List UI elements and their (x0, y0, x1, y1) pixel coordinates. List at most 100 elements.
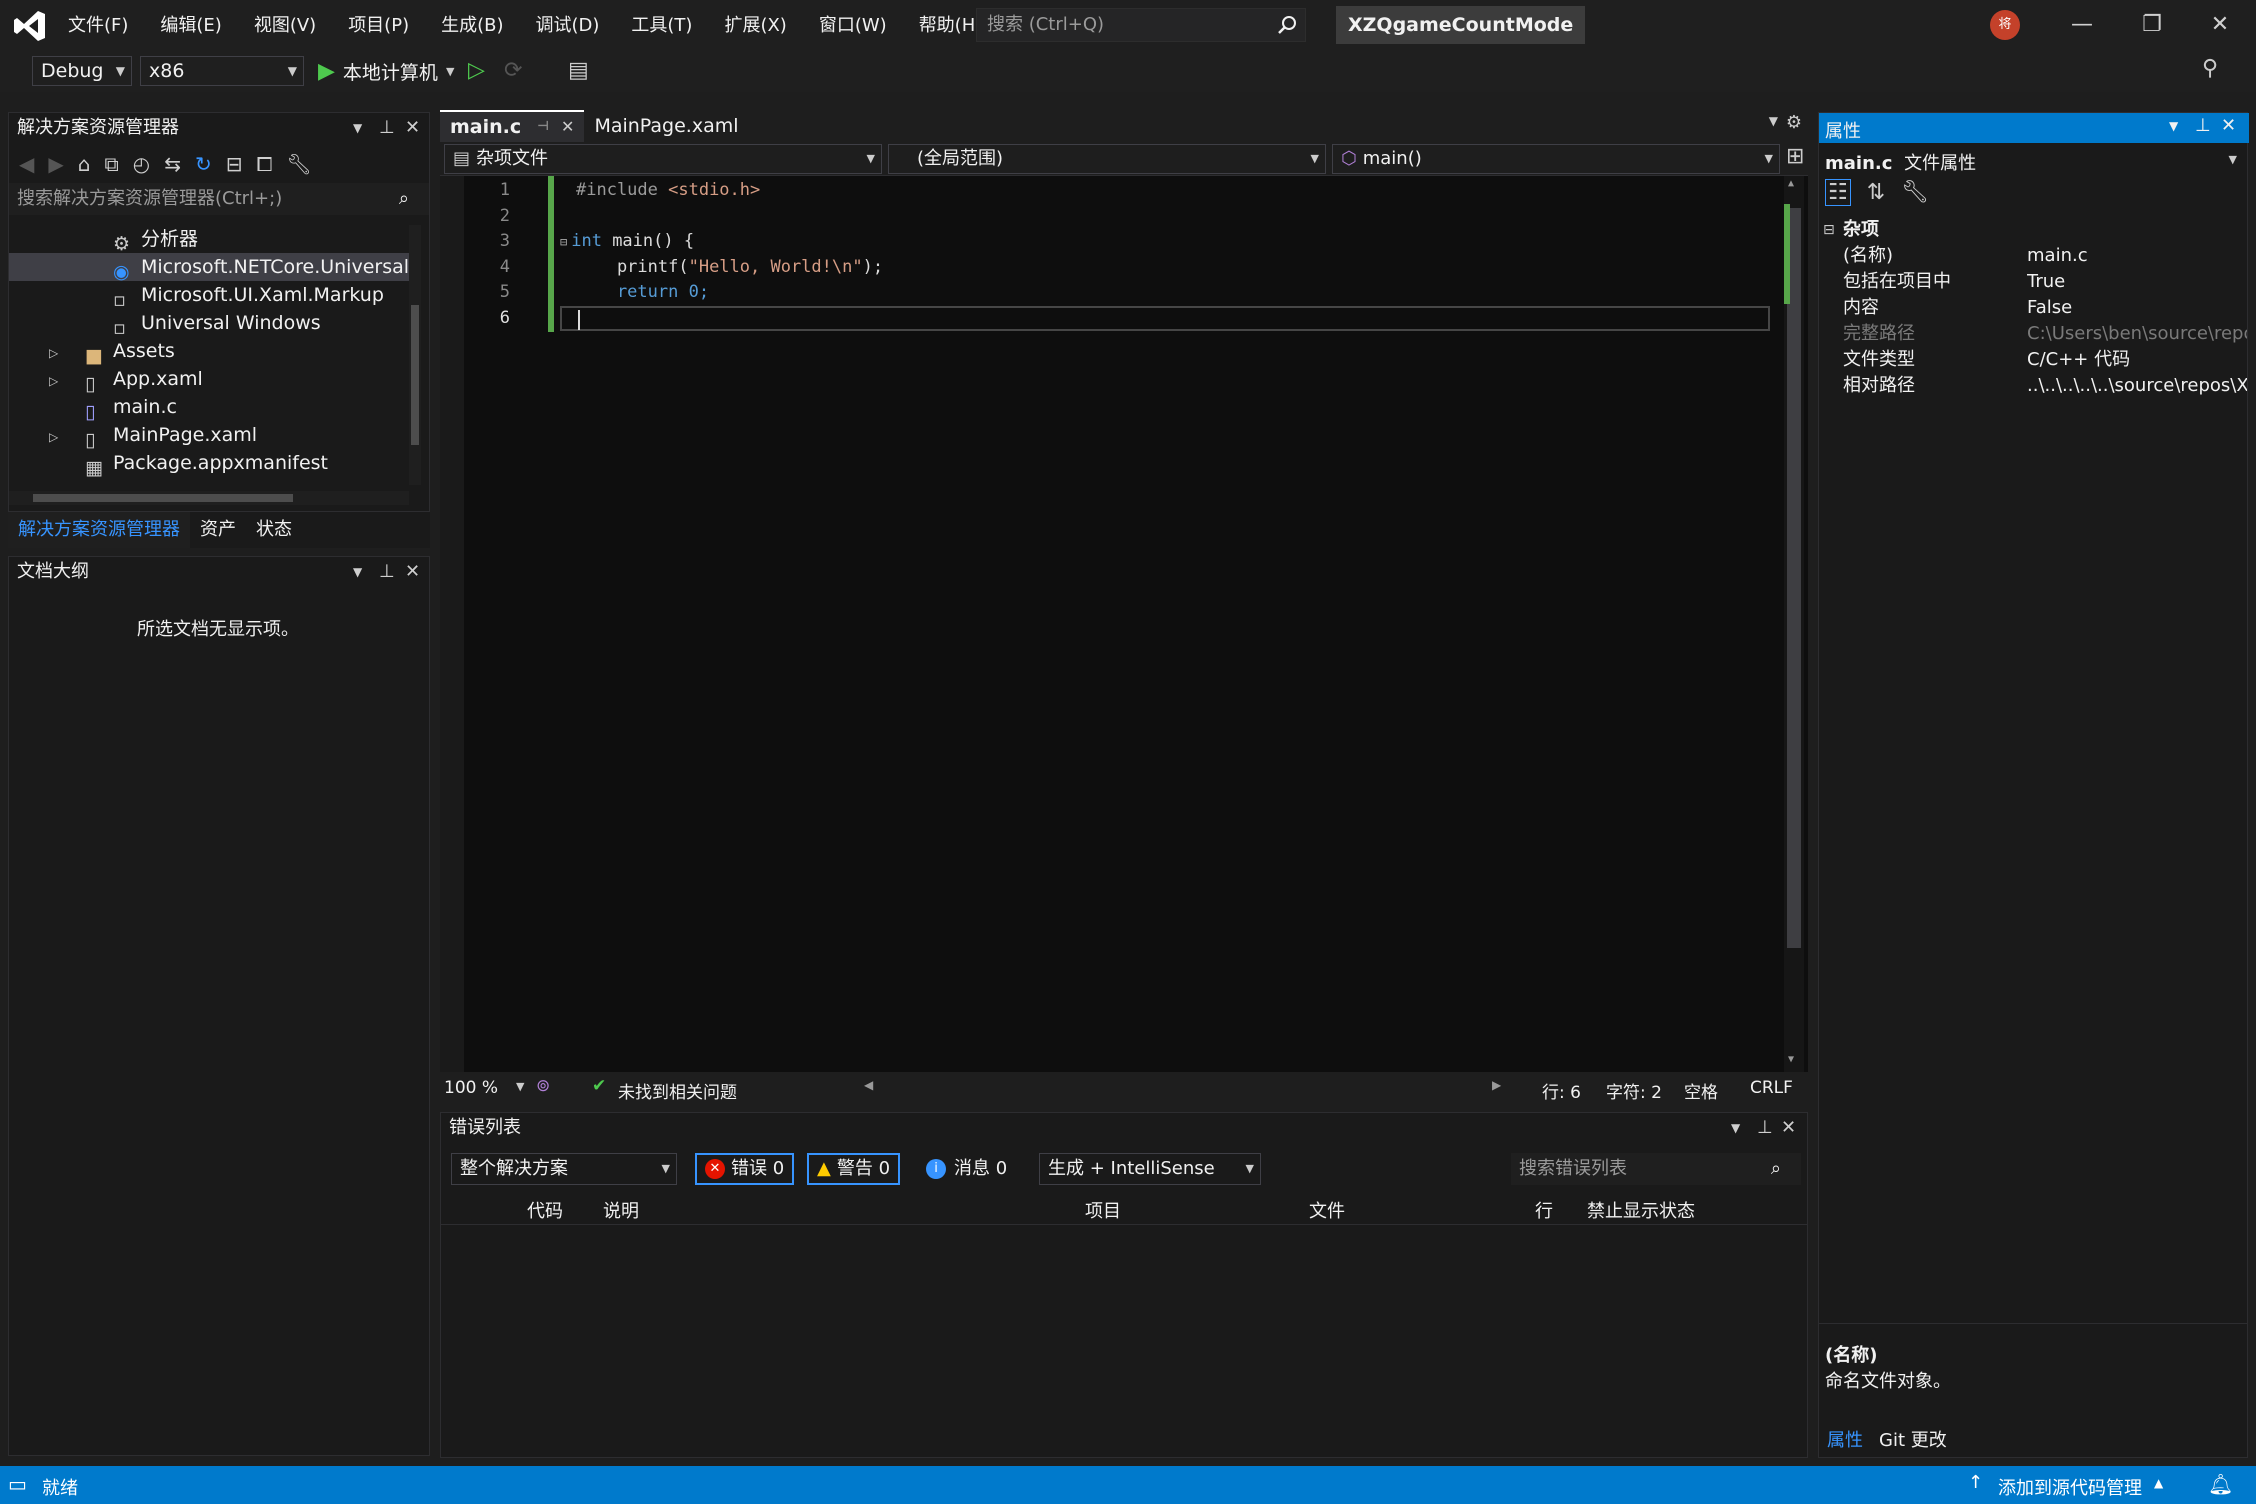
tree-item-assets[interactable]: ▷ ■ Assets (9, 337, 409, 365)
property-row[interactable]: 完整路径 C:\Users\ben\source\repo (1819, 321, 2247, 347)
menu-debug[interactable]: 调试(D) (520, 0, 616, 52)
start-debugging-button[interactable]: ▶ 本地计算机 ▼ (318, 56, 454, 86)
chevron-down-icon[interactable]: ▼ (353, 113, 362, 143)
tab-properties[interactable]: 属性 (1819, 1426, 1871, 1452)
gear-icon[interactable]: ⚙ (1786, 112, 1802, 133)
pin-icon[interactable]: ⊥ (379, 557, 395, 587)
split-editor-icon[interactable]: ⊞ (1786, 144, 1804, 169)
tab-status[interactable]: 状态 (246, 512, 302, 548)
collapse-section-icon[interactable]: ⊟ (1823, 217, 1835, 243)
close-icon[interactable]: ✕ (405, 113, 420, 143)
categorized-icon[interactable]: ☷ (1825, 179, 1851, 206)
column-project[interactable]: 项目 (1085, 1197, 1121, 1223)
scroll-left-icon[interactable]: ◀ (864, 1078, 873, 1092)
menu-extensions[interactable]: 扩展(X) (708, 0, 802, 52)
expand-arrow-icon[interactable]: ▷ (49, 367, 85, 393)
tab-main-c[interactable]: main.c ⊣ ✕ (440, 110, 585, 143)
chevron-down-icon[interactable]: ▼ (353, 557, 362, 587)
restore-icon[interactable]: ❐ (2118, 0, 2186, 52)
code-editor[interactable]: 1 2 3 4 5 6 #include <stdio.h> ⊟ int main… (440, 176, 1808, 1072)
add-to-source-control-button[interactable]: 添加到源代码管理 (1998, 1474, 2142, 1500)
column-indicator[interactable]: 字符: 2 (1606, 1078, 1662, 1103)
menu-edit[interactable]: 编辑(E) (144, 0, 237, 52)
avatar[interactable]: 将 (1990, 10, 2020, 40)
refresh-icon[interactable]: ↻ (195, 152, 212, 176)
search-icon[interactable] (1277, 15, 1297, 35)
tab-assets[interactable]: 资产 (190, 512, 246, 548)
build-filter-dropdown[interactable]: 生成 + IntelliSense ▼ (1039, 1153, 1261, 1185)
scope-filter-dropdown[interactable]: 整个解决方案 ▼ (451, 1153, 677, 1185)
collapse-all-icon[interactable]: ⊟ (226, 152, 243, 176)
horizontal-scrollbar[interactable] (9, 491, 409, 505)
chevron-down-icon[interactable]: ▼ (516, 1080, 524, 1093)
pin-icon[interactable]: ⊣ (537, 111, 549, 143)
history-icon[interactable]: ◴ (133, 152, 150, 176)
property-row[interactable]: 包括在项目中 True (1819, 269, 2247, 295)
zoom-level[interactable]: 100 % (444, 1078, 498, 1098)
tab-solution-explorer[interactable]: 解决方案资源管理器 (8, 512, 190, 548)
menu-build[interactable]: 生成(B) (425, 0, 519, 52)
live-share-icon[interactable]: ⚲ (2202, 56, 2218, 81)
tree-item-xaml-markup[interactable]: ▫ Microsoft.UI.Xaml.Markup (9, 281, 409, 309)
home-icon[interactable]: ⌂ (78, 152, 91, 176)
editor-vertical-scrollbar[interactable]: ▲ ▼ (1784, 176, 1804, 1072)
intellicode-icon[interactable]: ⊚ (536, 1076, 550, 1096)
pin-icon[interactable]: ⊥ (1757, 1113, 1773, 1143)
error-search-input[interactable]: 搜索错误列表 ⌕ (1511, 1153, 1801, 1185)
close-icon[interactable]: ✕ (2221, 115, 2236, 136)
chevron-down-icon[interactable]: ▼ (1769, 114, 1778, 128)
browser-icon[interactable]: ▤ (568, 58, 589, 83)
property-section[interactable]: ⊟ 杂项 (1819, 217, 2247, 243)
menu-window[interactable]: 窗口(W) (803, 0, 903, 52)
column-description[interactable]: 说明 (603, 1197, 639, 1223)
column-code[interactable]: 代码 (527, 1197, 563, 1223)
expand-arrow-icon[interactable]: ▷ (49, 423, 85, 449)
scrollbar-thumb[interactable] (1787, 208, 1801, 948)
forward-icon[interactable]: ▶ (48, 152, 63, 176)
configuration-dropdown[interactable]: Debug ▼ (32, 56, 132, 86)
chevron-down-icon[interactable]: ▼ (2169, 119, 2178, 133)
alphabetical-icon[interactable]: ⇅ (1867, 180, 1885, 205)
messages-filter-button[interactable]: i 消息 0 (917, 1153, 1016, 1185)
property-row[interactable]: 文件类型 C/C++ 代码 (1819, 347, 2247, 373)
column-file[interactable]: 文件 (1309, 1197, 1345, 1223)
errors-filter-button[interactable]: ✕ 错误 0 (695, 1153, 795, 1185)
tree-item-mainpage-xaml[interactable]: ▷ ▯ MainPage.xaml (9, 421, 409, 449)
column-suppression[interactable]: 禁止显示状态 (1587, 1197, 1695, 1223)
close-icon[interactable]: ✕ (561, 111, 574, 143)
whitespace-indicator[interactable]: 空格 (1684, 1078, 1718, 1103)
tab-mainpage-xaml[interactable]: MainPage.xaml (584, 110, 748, 142)
pin-icon[interactable]: ⊥ (2195, 115, 2211, 136)
menu-view[interactable]: 视图(V) (238, 0, 332, 52)
property-row[interactable]: 内容 False (1819, 295, 2247, 321)
platform-dropdown[interactable]: x86 ▼ (140, 56, 304, 86)
menu-file[interactable]: 文件(F) (52, 0, 144, 52)
scope-dropdown[interactable]: (全局范围) ▼ (888, 144, 1326, 174)
properties-wrench-icon[interactable]: 🔧︎ (287, 152, 312, 176)
sync-icon[interactable]: ⇆ (164, 152, 181, 176)
bell-icon[interactable]: 🔔︎ (2208, 1472, 2233, 1496)
project-dropdown[interactable]: ▤ 杂项文件 ▼ (444, 144, 882, 174)
expand-arrow-icon[interactable]: ▷ (49, 339, 85, 365)
minimize-icon[interactable]: — (2048, 0, 2116, 52)
start-without-debugging-icon[interactable]: ▷ (468, 58, 485, 83)
column-line[interactable]: 行 (1535, 1197, 1553, 1223)
solution-search-input[interactable]: 搜索解决方案资源管理器(Ctrl+;) ⌕ (9, 183, 429, 215)
close-icon[interactable]: ✕ (2186, 0, 2254, 52)
warnings-filter-button[interactable]: ▲ 警告 0 (807, 1153, 901, 1185)
properties-object-selector[interactable]: main.c 文件属性 ▼ (1825, 149, 2243, 175)
tree-item-main-c[interactable]: ▯ main.c (9, 393, 409, 421)
menu-project[interactable]: 项目(P) (332, 0, 425, 52)
line-ending-indicator[interactable]: CRLF (1750, 1078, 1793, 1098)
tree-item-netcore-universal[interactable]: ◉ Microsoft.NETCore.UniversalW (9, 253, 409, 281)
tree-item-manifest[interactable]: ▦ Package.appxmanifest (9, 449, 409, 477)
tab-git-changes[interactable]: Git 更改 (1871, 1426, 1955, 1452)
collapse-region-icon[interactable]: ⊟ (560, 235, 567, 249)
line-indicator[interactable]: 行: 6 (1542, 1078, 1581, 1103)
menu-tools[interactable]: 工具(T) (615, 0, 708, 52)
vertical-scrollbar[interactable] (409, 225, 421, 485)
search-input[interactable]: 搜索 (Ctrl+Q) (976, 8, 1306, 42)
show-all-files-icon[interactable]: ⧠ (257, 152, 273, 176)
back-icon[interactable]: ◀ (19, 152, 34, 176)
hot-reload-icon[interactable]: ⟳ (504, 58, 522, 83)
